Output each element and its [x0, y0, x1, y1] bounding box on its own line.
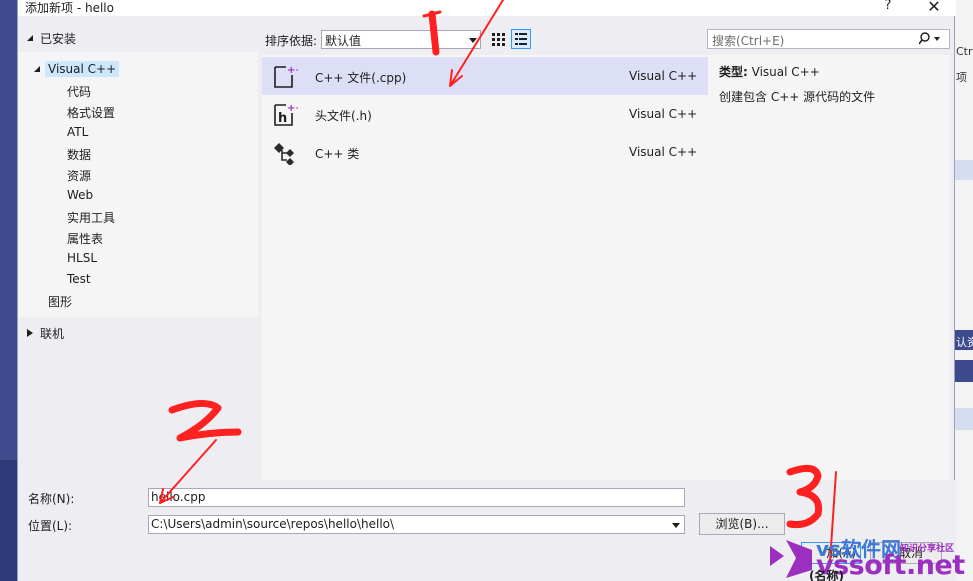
dialog-title: 添加新项 - hello — [25, 1, 114, 15]
ide-left-strip — [0, 460, 17, 581]
template-item-cpp-class[interactable]: C++ 类 Visual C++ — [262, 133, 708, 171]
tree-item-hlsl[interactable]: HLSL — [67, 251, 97, 265]
cpp-file-icon: ++ — [274, 65, 298, 88]
sort-label: 排序依据: — [265, 34, 318, 48]
location-field[interactable]: C:\Users\admin\source\repos\hello\hello\ — [148, 515, 685, 534]
tree-item-utility[interactable]: 实用工具 — [67, 209, 115, 226]
detail-description: 创建包含 C++ 源代码的文件 — [719, 90, 876, 104]
tree-item-atl[interactable]: ATL — [67, 125, 88, 139]
cpp-class-icon — [274, 143, 294, 165]
type-label: 类型: — [719, 65, 748, 79]
tree-item-code[interactable]: 代码 — [67, 83, 91, 100]
close-button[interactable]: ✕ — [924, 0, 944, 16]
collapse-icon — [27, 35, 33, 41]
chevron-down-icon — [469, 38, 477, 43]
tree-item-property-sheets[interactable]: 属性表 — [67, 230, 103, 247]
ide-left-edge — [0, 0, 17, 581]
location-label: 位置(L): — [28, 519, 73, 533]
template-language: Visual C++ — [629, 145, 698, 159]
tree-item-resource[interactable]: 资源 — [67, 167, 91, 184]
ide-right-edge: Ctr 项 认资 — [955, 0, 973, 581]
online-label: 联机 — [40, 327, 65, 341]
template-list: ++ C++ 文件(.cpp) Visual C++ h ++ 头文件(.h) … — [262, 55, 708, 480]
svg-text:h: h — [278, 111, 287, 126]
ide-right-text-1: Ctr — [956, 45, 973, 58]
chevron-down-icon[interactable] — [672, 523, 680, 528]
ide-right-dark-2 — [955, 360, 973, 382]
online-header[interactable]: 联机 — [18, 320, 258, 344]
tree-expand-icon[interactable] — [34, 66, 40, 72]
ide-right-block-1 — [955, 160, 973, 180]
tree-item-visual-cpp[interactable]: Visual C++ — [44, 61, 120, 77]
template-item-header-file[interactable]: h ++ 头文件(.h) Visual C++ — [262, 95, 708, 133]
ide-right-text-3: 认资 — [956, 336, 973, 349]
add-new-item-dialog: 添加新项 - hello ? ✕ 已安装 Visual C++ 代码 格式设置 … — [17, 0, 956, 581]
name-field[interactable]: hello.cpp — [148, 488, 685, 507]
sort-value: 默认值 — [325, 34, 362, 48]
help-button[interactable]: ? — [880, 0, 896, 14]
template-name: 头文件(.h) — [315, 109, 372, 123]
location-value: C:\Users\admin\source\repos\hello\hello\ — [151, 517, 395, 531]
search-input[interactable]: 搜索(Ctrl+E) — [707, 29, 950, 49]
tree-item-data[interactable]: 数据 — [67, 146, 91, 163]
ide-right-block-2 — [955, 408, 973, 430]
svg-text:++: ++ — [287, 65, 298, 76]
tree-item-test[interactable]: Test — [67, 272, 91, 286]
tree-item-web[interactable]: Web — [67, 188, 93, 202]
list-view-icon — [515, 33, 527, 45]
browse-button[interactable]: 浏览(B)... — [699, 513, 785, 535]
ide-right-text-2: 项 — [956, 71, 967, 84]
template-language: Visual C++ — [629, 107, 698, 121]
type-value: Visual C++ — [751, 65, 820, 79]
tree-item-formatting[interactable]: 格式设置 — [67, 104, 115, 121]
list-view-button[interactable] — [511, 29, 531, 49]
detail-type: 类型: Visual C++ — [719, 63, 820, 80]
template-category-tree: Visual C++ 代码 格式设置 ATL 数据 资源 Web 实用工具 属性… — [18, 52, 258, 317]
tree-item-graphics[interactable]: 图形 — [48, 293, 72, 310]
template-language: Visual C++ — [629, 69, 698, 83]
sort-dropdown[interactable]: 默认值 — [321, 30, 481, 49]
template-name: C++ 类 — [315, 147, 360, 161]
expand-icon — [27, 329, 33, 337]
header-file-icon: h ++ — [274, 103, 298, 126]
grid-view-button[interactable] — [488, 29, 508, 49]
grid-view-icon — [492, 33, 505, 46]
ide-bottom-text: (名称) — [809, 569, 844, 581]
installed-header[interactable]: 已安装 — [18, 26, 258, 50]
template-name: C++ 文件(.cpp) — [315, 71, 407, 85]
search-icon — [919, 32, 940, 45]
search-placeholder: 搜索(Ctrl+E) — [712, 34, 785, 48]
title-bar: 添加新项 - hello ? ✕ — [18, 0, 956, 16]
template-item-cpp-file[interactable]: ++ C++ 文件(.cpp) Visual C++ — [262, 57, 708, 95]
name-label: 名称(N): — [28, 492, 75, 506]
installed-label: 已安装 — [40, 32, 77, 46]
svg-text:++: ++ — [287, 103, 298, 114]
template-details: 类型: Visual C++ 创建包含 C++ 源代码的文件 — [708, 55, 950, 480]
